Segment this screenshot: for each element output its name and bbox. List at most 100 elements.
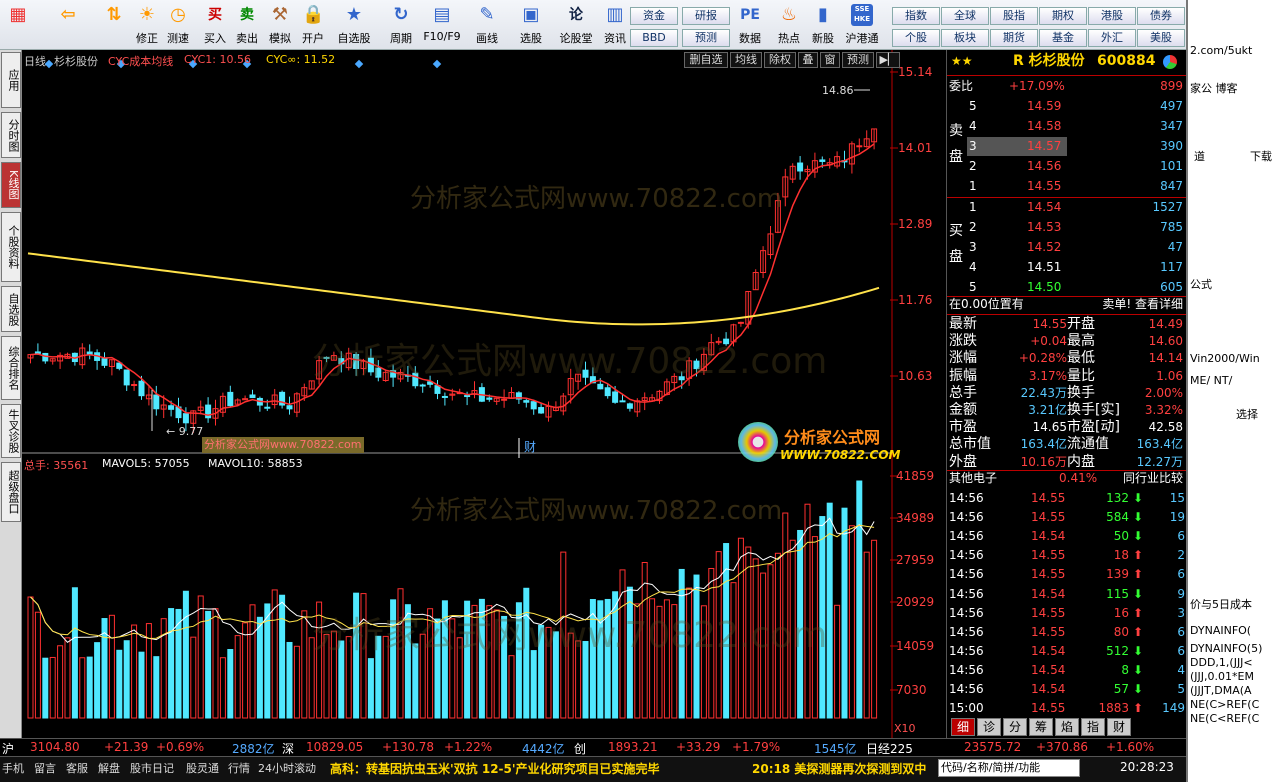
toolbar-button-label: 开户 [302,32,324,45]
tag-tags4-5[interactable]: 美股 [1137,29,1185,47]
bottom-item-5[interactable]: 股灵通 [186,760,219,776]
tag-tags4-2[interactable]: 期货 [990,29,1038,47]
sell-price[interactable]: 14.59 [1027,97,1061,116]
tag-tags4-1[interactable]: 板块 [941,29,989,47]
back-arrow-button[interactable]: ⇦ [50,4,86,48]
chart-btn-3[interactable]: 叠 [798,52,818,68]
tag-tags3-0[interactable]: 指数 [892,7,940,25]
chart-btn-1[interactable]: 均线 [730,52,762,68]
industry-name[interactable]: 其他电子 [949,469,997,488]
candle-body [34,351,41,354]
chart-btn-0[interactable]: 删自选 [684,52,728,68]
tag-tags3-1[interactable]: 全球 [941,7,989,25]
bottom-item-7[interactable]: 24小时滚动 [258,760,316,776]
f10-button[interactable]: ▤ F10/F9 [420,4,464,48]
quote-tab-2[interactable]: 分 [1003,718,1027,736]
quote-tab-1[interactable]: 诊 [977,718,1001,736]
tag-tags4-4[interactable]: 外汇 [1088,29,1136,47]
grid-button[interactable]: ▦ [4,4,32,48]
tag-tags1-1[interactable]: 研报 [682,7,730,25]
left-tab-3[interactable]: 个股资料 [1,212,21,282]
sell-price[interactable]: 14.56 [1027,157,1061,176]
lun-button[interactable]: 论论股堂 [556,4,596,48]
sell-price[interactable]: 14.57 [1027,137,1061,156]
tag-tags1-0[interactable]: 资金 [630,7,678,25]
quote-tab-4[interactable]: 焰 [1055,718,1079,736]
chart-btn-4[interactable]: 窗 [820,52,840,68]
sell-button[interactable]: 卖卖出 [232,4,262,48]
buy-price[interactable]: 14.53 [1027,218,1061,237]
buy-price[interactable]: 14.54 [1027,198,1061,217]
tag-tags3-4[interactable]: 港股 [1088,7,1136,25]
newstock-button[interactable]: ▮ 新股 [808,4,838,48]
buy-price[interactable]: 14.52 [1027,238,1061,257]
sell-price[interactable]: 14.58 [1027,117,1061,136]
volume-bar [856,480,863,719]
indicator-name[interactable]: CYC成本均线 [108,53,173,69]
fire-button[interactable]: ♨ 热点 [774,4,804,48]
bottom-item-6[interactable]: 行情 [228,760,250,776]
left-tab-6[interactable]: 牛叉诊股 [1,404,21,458]
chart-scroll-button[interactable]: ▶▏ [876,52,900,68]
news-ticker-1[interactable]: 高科：转基因抗虫玉米'双抗 12-5'产业化研究项目已实施完毕 [330,760,660,777]
detail-link[interactable]: 卖单! 查看详细 [1102,295,1183,314]
quote-tab-6[interactable]: 财 [1107,718,1131,736]
news-ticker-2[interactable]: 20:18 美探测器再次探测到双中 [752,760,926,777]
news-icon: ▥ [606,4,624,25]
tag-tags2-1[interactable]: 预测 [682,29,730,47]
cycle-button[interactable]: ↻ 周期 [384,4,418,48]
news-button[interactable]: ▥ 资讯 [600,4,630,48]
left-tab-2[interactable]: K线图 [1,162,21,208]
tag-tags4-0[interactable]: 个股 [892,29,940,47]
hkex-button[interactable]: SSE HKE 沪港通 [842,4,882,48]
stat-value: 2.00% [1144,385,1183,400]
quote-tab-0[interactable]: 细 [951,718,975,736]
up-down-button[interactable]: ⇅ [100,4,128,48]
candle-body [523,400,530,403]
volume-total: 总手: 35561 [24,459,89,472]
tick-volume: 1883 [1098,701,1129,716]
finance-marker[interactable]: 财 [524,438,536,455]
lock-button[interactable]: 🔒 开户 [298,4,328,48]
tag-tags4-3[interactable]: 基金 [1039,29,1087,47]
tag-tags3-3[interactable]: 期权 [1039,7,1087,25]
price-tick-label: 10.63 [898,369,932,383]
tag-tags3-5[interactable]: 债券 [1137,7,1185,25]
bottom-item-2[interactable]: 客服 [66,760,88,776]
kline-chart-panel[interactable]: 15.14 14.01 12.89 11.76 10.63 41859 34989 27959… [22,50,946,738]
industry-compare-link[interactable]: 同行业比较 [1123,469,1183,488]
monitor-button[interactable]: ▣ 选股 [510,4,552,48]
clock-button[interactable]: ◷ 测速 [163,4,193,48]
tag-tags3-2[interactable]: 股指 [990,7,1038,25]
sell-price[interactable]: 14.55 [1027,177,1061,196]
left-tab-7[interactable]: 超级盘口 [1,462,21,522]
sun-button[interactable]: ☀ 修正 [132,4,162,48]
left-tab-4[interactable]: 自选股 [1,286,21,332]
period-label[interactable]: 日线 [24,53,46,69]
search-input[interactable]: 代码/名称/简拼/功能 [938,759,1080,777]
star-button[interactable]: ★ 自选股 [332,4,376,48]
bottom-item-4[interactable]: 股市日记 [130,760,174,776]
stat-label: 振幅 [949,367,977,384]
chart-btn-5[interactable]: 预测 [842,52,874,68]
tag-tags2-0[interactable]: BBD [630,29,678,47]
left-tab-1[interactable]: 分时图 [1,112,21,158]
buy-price[interactable]: 14.51 [1027,258,1061,277]
candle-body [138,380,145,397]
bottom-item-1[interactable]: 留言 [34,760,56,776]
quote-tab-5[interactable]: 指 [1081,718,1105,736]
chart-btn-2[interactable]: 除权 [764,52,796,68]
pe-button[interactable]: PE 数据 [734,4,766,48]
bottom-item-3[interactable]: 解盘 [98,760,120,776]
tick-time: 14:56 [949,510,984,525]
quote-tab-3[interactable]: 筹 [1029,718,1053,736]
left-tab-0[interactable]: 应用 [1,52,21,108]
pen-button[interactable]: ✎ 画线 [468,4,506,48]
bottom-item-0[interactable]: 手机 [2,760,24,776]
pie-icon[interactable] [1163,55,1177,69]
hammer-button[interactable]: ⚒ 模拟 [264,4,296,48]
index-status-bar[interactable]: 沪 3104.80 +21.39 +0.69% 2882亿 深 10829.05… [0,738,1186,756]
left-tab-5[interactable]: 综合排名 [1,336,21,400]
buy-button[interactable]: 买买入 [200,4,230,48]
stat-row-0: 最新 14.55 开盘 14.49 [947,315,1187,333]
